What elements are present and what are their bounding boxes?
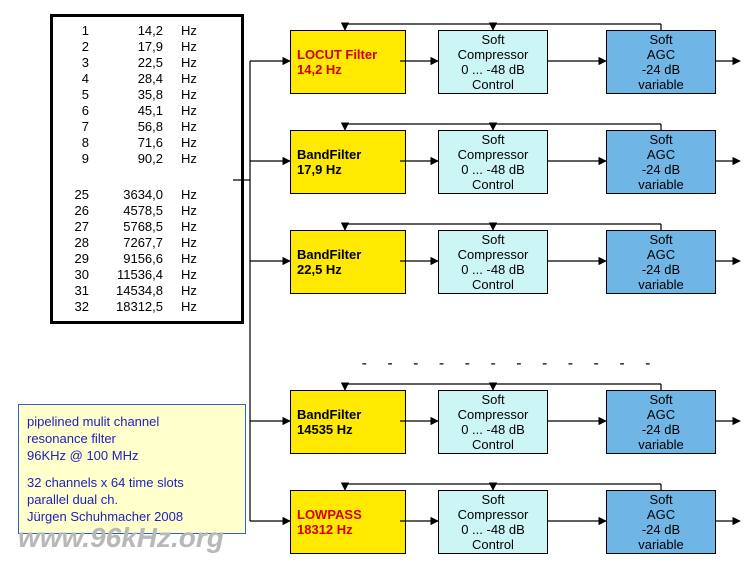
signal-chain-row: LOWPASS18312 Hz SoftCompressor0 ... -48 d… bbox=[230, 480, 750, 558]
table-row: 217,9Hz bbox=[57, 39, 237, 55]
band-filter-box: BandFilter17,9 Hz bbox=[290, 130, 406, 194]
table-row: 756,8Hz bbox=[57, 119, 237, 135]
table-row: 3011536,4Hz bbox=[57, 267, 237, 283]
table-row: 871,6Hz bbox=[57, 135, 237, 151]
agc-box: SoftAGC-24 dBvariable bbox=[606, 490, 716, 554]
agc-box: SoftAGC-24 dBvariable bbox=[606, 130, 716, 194]
info-line: pipelined mulit channel bbox=[27, 413, 237, 430]
filter-freq: 14535 Hz bbox=[297, 422, 353, 437]
band-filter-box: BandFilter14535 Hz bbox=[290, 390, 406, 454]
signal-chain-row: LOCUT Filter14,2 Hz SoftCompressor0 ... -… bbox=[230, 20, 750, 98]
filter-label: BandFilter bbox=[297, 407, 361, 422]
table-row: 264578,5Hz bbox=[57, 203, 237, 219]
signal-chain-row: BandFilter22,5 Hz SoftCompressor0 ... -48… bbox=[230, 220, 750, 298]
table-row: 114,2Hz bbox=[57, 23, 237, 39]
info-line: 96KHz @ 100 MHz bbox=[27, 447, 237, 464]
table-row: 3114534,8Hz bbox=[57, 283, 237, 299]
table-row: 287267,7Hz bbox=[57, 235, 237, 251]
agc-box: SoftAGC-24 dBvariable bbox=[606, 30, 716, 94]
info-line: 32 channels x 64 time slots bbox=[27, 474, 237, 491]
signal-chain-row: BandFilter14535 Hz SoftCompressor0 ... -4… bbox=[230, 380, 750, 458]
table-row: 535,8Hz bbox=[57, 87, 237, 103]
table-row: 645,1Hz bbox=[57, 103, 237, 119]
compressor-box: SoftCompressor0 ... -48 dBControl bbox=[438, 130, 548, 194]
filter-freq: 18312 Hz bbox=[297, 522, 353, 537]
filter-label: BandFilter bbox=[297, 147, 361, 162]
filter-label: BandFilter bbox=[297, 247, 361, 262]
info-line: parallel dual ch. bbox=[27, 491, 237, 508]
table-row: 253634,0Hz bbox=[57, 187, 237, 203]
compressor-box: SoftCompressor0 ... -48 dBControl bbox=[438, 30, 548, 94]
watermark: www.96kHz.org bbox=[18, 522, 224, 554]
frequency-table: 114,2Hz217,9Hz322,5Hz428,4Hz535,8Hz645,1… bbox=[50, 14, 244, 324]
compressor-box: SoftCompressor0 ... -48 dBControl bbox=[438, 230, 548, 294]
table-row: 428,4Hz bbox=[57, 71, 237, 87]
table-row: 275768,5Hz bbox=[57, 219, 237, 235]
table-row: 3218312,5Hz bbox=[57, 299, 237, 315]
row-separator: - - - - - - - - - - - - bbox=[290, 355, 730, 373]
band-filter-box: BandFilter22,5 Hz bbox=[290, 230, 406, 294]
compressor-box: SoftCompressor0 ... -48 dBControl bbox=[438, 390, 548, 454]
agc-box: SoftAGC-24 dBvariable bbox=[606, 390, 716, 454]
filter-label: LOWPASS bbox=[297, 507, 362, 522]
signal-chain-row: BandFilter17,9 Hz SoftCompressor0 ... -48… bbox=[230, 120, 750, 198]
table-row: 990,2Hz bbox=[57, 151, 237, 167]
agc-box: SoftAGC-24 dBvariable bbox=[606, 230, 716, 294]
locut-filter-box: LOCUT Filter14,2 Hz bbox=[290, 30, 406, 94]
compressor-box: SoftCompressor0 ... -48 dBControl bbox=[438, 490, 548, 554]
filter-freq: 17,9 Hz bbox=[297, 162, 342, 177]
table-row: 299156,6Hz bbox=[57, 251, 237, 267]
info-box: pipelined mulit channel resonance filter… bbox=[18, 404, 246, 534]
filter-freq: 14,2 Hz bbox=[297, 62, 342, 77]
table-row: 322,5Hz bbox=[57, 55, 237, 71]
filter-freq: 22,5 Hz bbox=[297, 262, 342, 277]
lowpass-filter-box: LOWPASS18312 Hz bbox=[290, 490, 406, 554]
filter-label: LOCUT Filter bbox=[297, 47, 377, 62]
info-line: resonance filter bbox=[27, 430, 237, 447]
